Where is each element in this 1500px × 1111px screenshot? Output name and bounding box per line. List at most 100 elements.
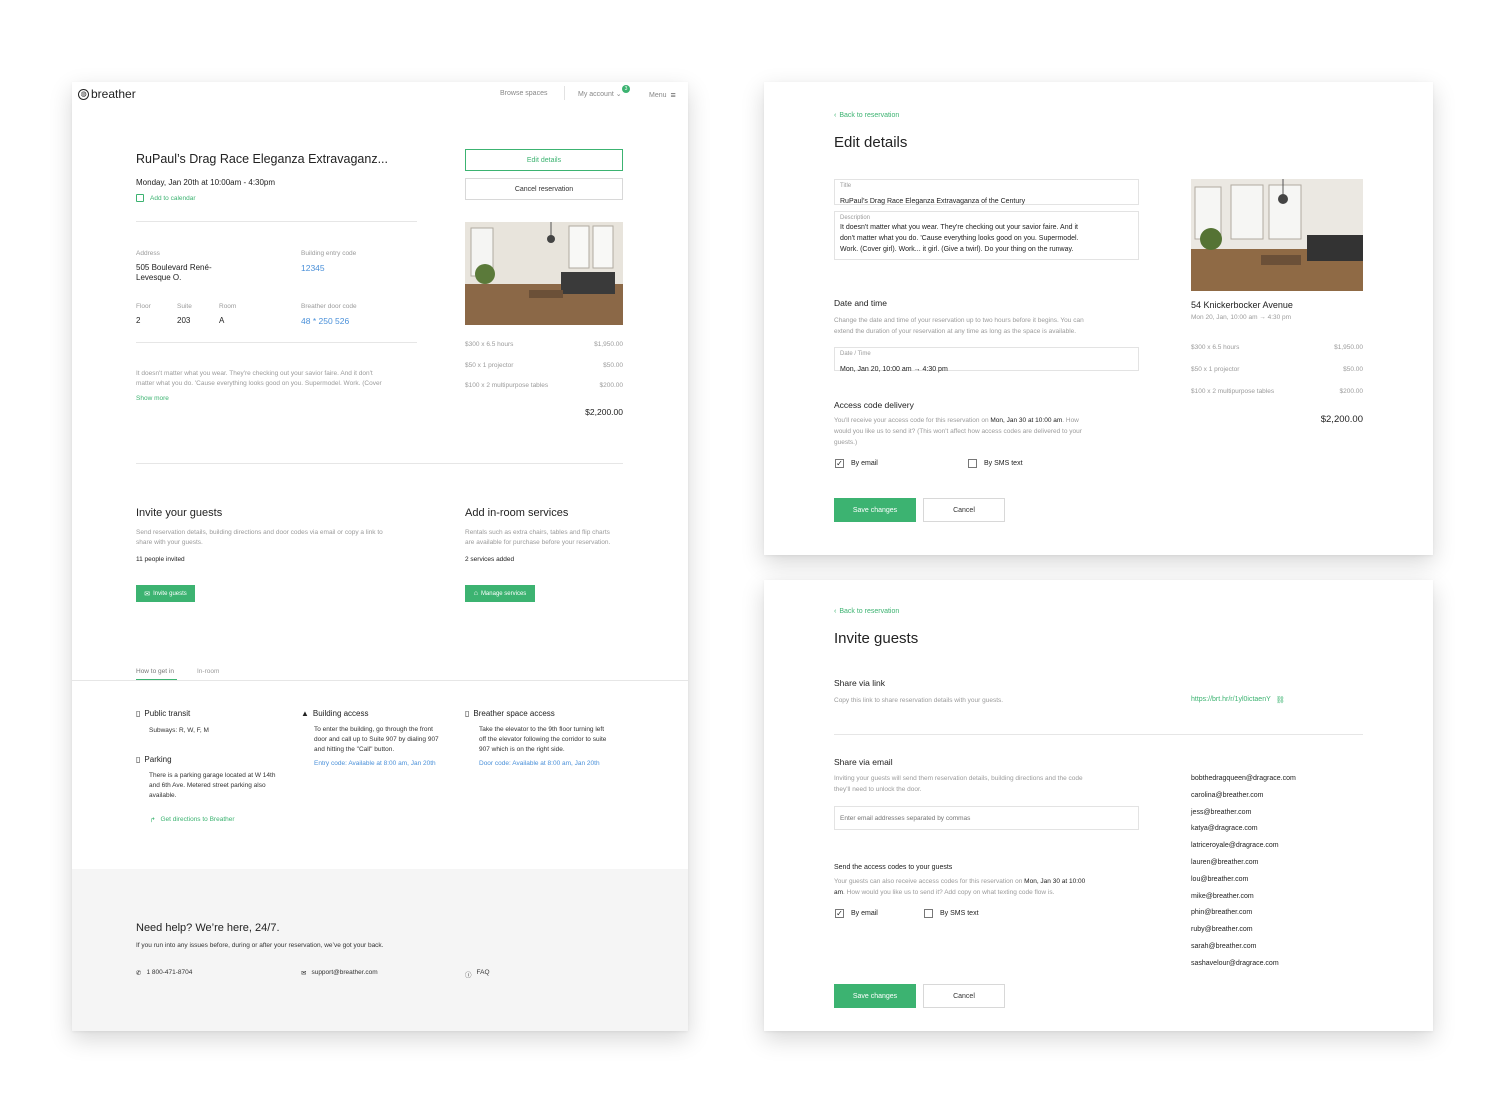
room-label: Room <box>219 303 237 310</box>
building-icon: ▲ <box>301 709 309 718</box>
cancel-reservation-button[interactable]: Cancel reservation <box>465 178 623 200</box>
train-icon: ▯ <box>136 709 141 718</box>
description-field[interactable]: Description It doesn't matter what you w… <box>834 211 1139 260</box>
access-codes-heading: Send the access codes to your guests <box>834 864 953 871</box>
back-to-reservation-link[interactable]: ‹ Back to reservation <box>834 112 899 119</box>
back-to-reservation-link[interactable]: ‹ Back to reservation <box>834 608 899 615</box>
list-item: latriceroyale@dragrace.com <box>1191 842 1279 850</box>
cancel-button[interactable]: Cancel <box>923 498 1005 522</box>
price-row: $300 x 6.5 hours $1,950.00 <box>1191 344 1363 351</box>
door-code-label: Breather door code <box>301 303 357 310</box>
tab-how-to-get-in[interactable]: How to get in <box>136 668 174 675</box>
manage-services-button[interactable]: ⌂ Manage services <box>465 585 535 602</box>
list-item: sashavelour@dragrace.com <box>1191 959 1279 967</box>
faq-link[interactable]: ⓘ FAQ <box>465 969 490 979</box>
date-time-heading: Date and time <box>834 298 887 308</box>
edit-details-button[interactable]: Edit details <box>465 149 623 171</box>
checkbox-checked-icon: ✓ <box>835 458 844 468</box>
invite-guests-button[interactable]: ✉ Invite guests <box>136 585 195 602</box>
space-line-1: Take the elevator to the 9th floor turni… <box>479 726 605 733</box>
email-input[interactable] <box>834 806 1139 830</box>
transit-text: Subways: R, W, F, M <box>149 727 209 734</box>
description-line-2: matter what you do. 'Cause everything lo… <box>136 380 382 387</box>
edit-details-panel: ‹ Back to reservation Edit details Title… <box>764 82 1433 555</box>
calendar-icon <box>136 194 144 202</box>
address-line-1: 505 Boulevard René- <box>136 263 212 272</box>
space-photo <box>465 222 623 325</box>
entry-code-label: Building entry code <box>301 250 357 257</box>
phone-link[interactable]: ✆ 1 800-471-8704 <box>136 969 192 977</box>
list-item: katya@dragrace.com <box>1191 825 1258 833</box>
nav-browse-spaces[interactable]: Browse spaces <box>500 90 547 97</box>
tab-in-room[interactable]: In-room <box>197 668 219 675</box>
breather-logo[interactable]: ◍ breather <box>78 87 136 101</box>
nav-my-account[interactable]: My account ⌄ <box>578 90 622 98</box>
list-item: phin@breather.com <box>1191 909 1253 917</box>
space-door-code-note: Door code: Available at 8:00 am, Jan 20t… <box>479 760 600 767</box>
share-link-heading: Share via link <box>834 678 886 688</box>
nav-divider <box>564 86 565 100</box>
bell-icon: ⌂ <box>473 590 478 597</box>
add-to-calendar-link[interactable]: Add to calendar <box>136 194 196 202</box>
list-item: mike@breather.com <box>1191 892 1254 900</box>
address-line-2: Levesque O. <box>136 273 182 282</box>
save-changes-button[interactable]: Save changes <box>834 498 916 522</box>
total-price: $2,200.00 <box>585 407 623 417</box>
share-email-description-line-1: Inviting your guests will send them rese… <box>834 775 1083 782</box>
support-email-link[interactable]: ✉ support@breather.com <box>301 969 378 977</box>
question-icon: ⓘ <box>465 972 472 979</box>
save-changes-button[interactable]: Save changes <box>834 984 916 1008</box>
floor-value: 2 <box>136 316 141 325</box>
title-field[interactable]: Title RuPaul’s Drag Race Eleganza Extrav… <box>834 179 1139 205</box>
list-item: jess@breather.com <box>1191 808 1252 816</box>
address-label: Address <box>136 250 160 257</box>
phone-icon: ✆ <box>136 970 142 977</box>
divider <box>136 342 417 343</box>
access-description-line-1: You'll receive your access code for this… <box>834 417 1079 424</box>
share-link[interactable]: https://brt.hr/r/1yl0ictaenY ⛓ <box>1191 696 1285 704</box>
mail-icon: ✉ <box>144 590 151 598</box>
space-photo-illustration <box>465 222 623 325</box>
help-footer: Need help? We’re here, 24/7. If you run … <box>72 869 688 1031</box>
in-room-services-title: Add in-room services <box>465 507 569 519</box>
divider <box>136 221 417 222</box>
by-email-checkbox[interactable]: ✓ By email <box>835 459 878 468</box>
by-sms-checkbox[interactable]: By SMS text <box>968 459 1023 468</box>
by-email-checkbox[interactable]: ✓ By email <box>835 909 878 918</box>
link-icon: ⛓ <box>1275 697 1285 704</box>
building-line-1: To enter the building, go through the fr… <box>314 726 433 733</box>
building-line-2: door and call up to Suite 907 by dialing… <box>314 736 439 743</box>
invited-email-list: bobthedragqueen@dragrace.com carolina@br… <box>1191 771 1363 973</box>
share-link-description: Copy this link to share reservation deta… <box>834 697 1004 704</box>
mail-icon: ✉ <box>301 970 307 977</box>
chevron-left-icon: ‹ <box>834 112 837 119</box>
entry-code-value: 12345 <box>301 263 325 273</box>
codes-description-line-2: am. How would you like us to send it? Ad… <box>834 889 1055 896</box>
nav-menu[interactable]: Menu ≡ <box>649 90 676 100</box>
list-item: ruby@breather.com <box>1191 926 1253 934</box>
space-name: 54 Knickerbocker Avenue <box>1191 300 1293 310</box>
by-sms-checkbox[interactable]: By SMS text <box>924 909 979 918</box>
page-title: Invite guests <box>834 630 919 647</box>
parking-line-2: and 6th Ave. Metered street parking also <box>149 782 266 789</box>
share-email-heading: Share via email <box>834 757 893 767</box>
page-title: Edit details <box>834 134 908 151</box>
checkbox-checked-icon: ✓ <box>835 908 844 918</box>
directions-icon: ↱ <box>150 817 156 824</box>
cancel-button[interactable]: Cancel <box>923 984 1005 1008</box>
hamburger-icon: ≡ <box>670 90 676 100</box>
chevron-down-icon: ⌄ <box>615 91 622 98</box>
total-price: $2,200.00 <box>1320 414 1363 425</box>
get-directions-link[interactable]: ↱ Get directions to Breather <box>150 816 235 824</box>
show-more-link[interactable]: Show more <box>136 395 169 402</box>
list-item: carolina@breather.com <box>1191 791 1264 799</box>
list-item: lou@breather.com <box>1191 875 1249 883</box>
date-description-line-2: extend the duration of your reservation … <box>834 328 1077 335</box>
price-row: $100 x 2 multipurpose tables $200.00 <box>465 382 623 389</box>
date-description-line-1: Change the date and time of your reserva… <box>834 317 1084 324</box>
space-photo <box>1191 179 1363 291</box>
datetime-field[interactable]: Date / Time Mon, Jan 20, 10:00 am → 4:30… <box>834 347 1139 373</box>
access-code-heading: Access code delivery <box>834 400 914 410</box>
space-access-heading: ▯ Breather space access <box>465 709 555 718</box>
logo-icon: ◍ <box>78 88 89 100</box>
